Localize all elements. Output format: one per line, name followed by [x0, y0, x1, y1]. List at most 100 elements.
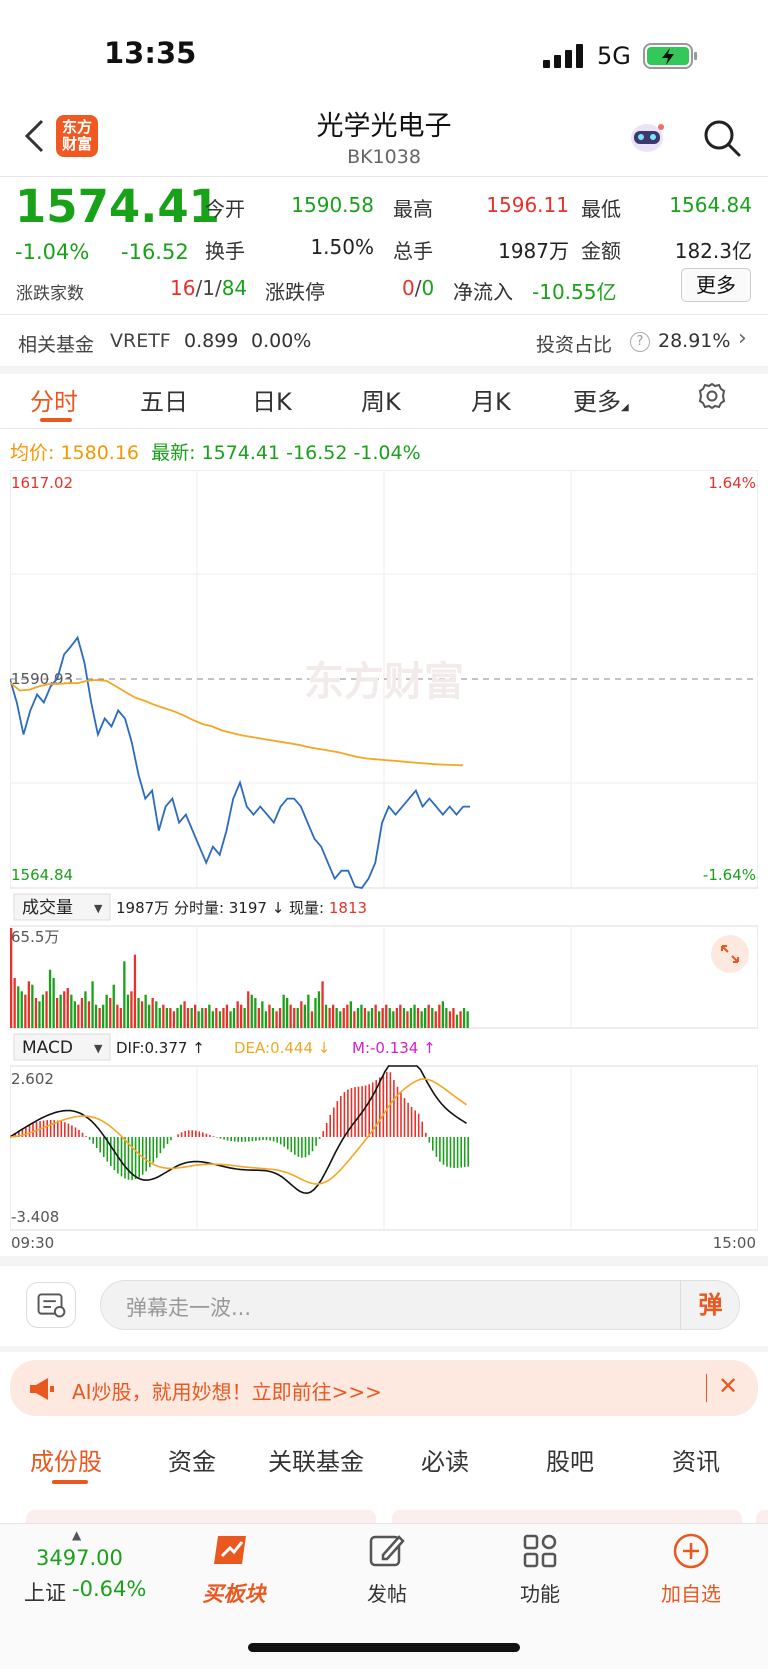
- volume-bar: [45, 991, 48, 1028]
- tab-constituents[interactable]: 成份股: [30, 1442, 102, 1477]
- tab-must-read[interactable]: 必读: [421, 1442, 469, 1477]
- expand-up-icon[interactable]: ▲: [72, 1528, 81, 1542]
- tab-weekly-k[interactable]: 周K: [361, 382, 401, 417]
- ai-banner-text[interactable]: AI炒股，就用妙想！立即前往>>>: [72, 1376, 382, 1405]
- volume-bar: [335, 1008, 338, 1028]
- buy-board-icon[interactable]: [212, 1530, 256, 1568]
- volume-bar: [87, 1001, 91, 1028]
- volume-bar: [367, 1011, 370, 1028]
- change-value: -16.52: [121, 240, 189, 264]
- divider: [0, 1256, 768, 1266]
- tab-intraday[interactable]: 分时: [30, 382, 78, 417]
- danmu-settings-icon[interactable]: [26, 1282, 76, 1328]
- invest-ratio-label: 投资占比: [536, 334, 613, 356]
- tab-forum[interactable]: 股吧: [546, 1442, 594, 1477]
- search-icon[interactable]: [702, 118, 742, 158]
- volume-bar: [56, 998, 59, 1028]
- divider: [0, 428, 768, 429]
- low-label: 最低: [581, 197, 621, 221]
- change-percent: -1.04%: [15, 240, 90, 264]
- volume-bar: [254, 998, 257, 1028]
- fund-name[interactable]: VRETF: [110, 330, 171, 352]
- divider: [0, 366, 768, 374]
- top-price-label: 1617.02: [11, 474, 73, 492]
- volume-bar: [194, 1004, 197, 1028]
- expand-button[interactable]: [711, 935, 749, 973]
- volume-bar: [466, 1011, 469, 1028]
- gear-icon[interactable]: [698, 382, 726, 410]
- tab-five-day[interactable]: 五日: [140, 382, 188, 417]
- m-label: M:-0.134 ↑: [352, 1039, 436, 1057]
- more-quote-button[interactable]: 更多: [681, 268, 751, 302]
- volume-bar: [148, 1004, 151, 1028]
- status-time: 13:35: [104, 36, 197, 70]
- up-count: 16: [170, 276, 196, 300]
- function-label[interactable]: 功能: [490, 1578, 590, 1607]
- index-percent[interactable]: -0.64%: [72, 1577, 146, 1601]
- volume-bar: [406, 1011, 409, 1028]
- volume-bar: [84, 991, 87, 1028]
- netflow-label: 净流入: [453, 280, 513, 304]
- card-previews: [26, 1510, 768, 1524]
- divider: [0, 176, 768, 177]
- volume-max-label: 65.5万: [11, 928, 59, 946]
- invest-ratio-value[interactable]: 28.91%: [658, 330, 730, 352]
- volume-bar: [232, 1008, 236, 1028]
- volume-bar: [236, 1001, 239, 1028]
- time-end-label: 15:00: [713, 1234, 756, 1250]
- robot-assistant-icon[interactable]: [627, 117, 667, 157]
- volume-bar: [282, 994, 285, 1028]
- top-pct-label: 1.64%: [708, 474, 756, 492]
- volume-bar: [10, 928, 13, 1028]
- related-fund-label: 相关基金: [18, 334, 95, 356]
- signal-icon: [543, 44, 583, 68]
- index-name[interactable]: 上证: [24, 1577, 66, 1607]
- volume-bar: [342, 1008, 345, 1028]
- volume-bar: [321, 981, 324, 1028]
- tab-more[interactable]: 更多◢: [573, 382, 629, 417]
- megaphone-icon: [30, 1378, 54, 1400]
- volume-bar: [399, 1004, 402, 1028]
- tab-news[interactable]: 资讯: [672, 1442, 720, 1477]
- add-watchlist-label[interactable]: 加自选: [641, 1578, 741, 1607]
- tab-daily-k[interactable]: 日K: [252, 382, 292, 417]
- volume-bar: [293, 1008, 296, 1028]
- volume-bar: [229, 1011, 232, 1028]
- volume-bar: [349, 1001, 352, 1028]
- volume-bar: [186, 1008, 190, 1028]
- volume-bar: [38, 1001, 41, 1028]
- buy-board-label[interactable]: 买板块: [184, 1578, 284, 1608]
- avg-label: 均价:: [10, 442, 55, 464]
- chevron-right-icon[interactable]: ›: [738, 326, 747, 351]
- volume-bar: [317, 991, 321, 1028]
- volume-bar: [434, 1011, 437, 1028]
- volume-bar: [271, 1008, 275, 1028]
- volume-bar: [381, 1008, 384, 1028]
- volume-bar: [31, 984, 34, 1028]
- volume-value: 1987万: [498, 239, 569, 263]
- post-label[interactable]: 发帖: [337, 1578, 437, 1607]
- volume-bars-group: [10, 928, 469, 1028]
- volume-bar: [140, 1001, 144, 1028]
- volume-bar: [144, 994, 147, 1028]
- volume-bar: [424, 1008, 427, 1028]
- volume-bar: [211, 1011, 214, 1028]
- function-grid-icon[interactable]: [520, 1531, 560, 1571]
- volume-bar: [459, 1011, 462, 1028]
- add-watchlist-icon[interactable]: [671, 1531, 711, 1571]
- tab-monthly-k[interactable]: 月K: [471, 382, 511, 417]
- volume-bar: [240, 1004, 243, 1028]
- latest-value: 1574.41: [201, 442, 281, 464]
- volume-bar: [388, 1008, 391, 1028]
- close-icon[interactable]: ✕: [718, 1372, 738, 1400]
- post-icon[interactable]: [367, 1531, 407, 1571]
- dropdown-icon: ▼: [94, 1042, 103, 1055]
- volume-bar: [137, 998, 140, 1028]
- danmu-send-button[interactable]: 弹: [680, 1280, 740, 1330]
- help-icon[interactable]: ?: [630, 332, 650, 352]
- tab-related-funds[interactable]: 关联基金: [268, 1442, 364, 1477]
- tab-active-indicator: [40, 418, 72, 422]
- intraday-chart[interactable]: 东方财富 1617.02 1.64% 1590.93 1564.84 -1.64…: [10, 470, 758, 1250]
- tab-funds[interactable]: 资金: [168, 1442, 216, 1477]
- index-value[interactable]: 3497.00: [36, 1546, 123, 1570]
